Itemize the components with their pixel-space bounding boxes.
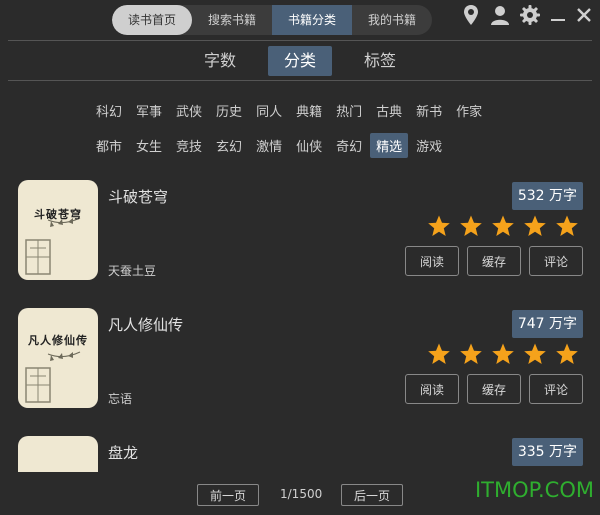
watermark: ITMOP.COM xyxy=(474,478,594,502)
title-bar: 读书首页 搜索书籍 书籍分类 我的书籍 xyxy=(0,0,600,40)
next-page-button[interactable]: 后一页 xyxy=(341,484,403,506)
gear-icon[interactable] xyxy=(520,5,540,25)
star-icon xyxy=(428,215,450,236)
category-item[interactable]: 激情 xyxy=(250,133,288,158)
tab-search-books[interactable]: 搜索书籍 xyxy=(192,5,272,35)
category-item[interactable]: 科幻 xyxy=(90,98,128,123)
user-icon[interactable] xyxy=(490,4,510,26)
category-item-selected[interactable]: 精选 xyxy=(370,133,409,158)
category-item[interactable]: 军事 xyxy=(130,98,168,123)
book-item: 凡人修仙传 凡人修仙传 忘语 747 万字 阅读 缓存 评论 xyxy=(18,308,583,416)
category-item[interactable]: 玄幻 xyxy=(210,133,248,158)
star-icon xyxy=(492,343,514,364)
category-item[interactable]: 古典 xyxy=(370,98,408,123)
book-title[interactable]: 凡人修仙传 xyxy=(108,314,183,335)
category-row-2: 都市 女生 竞技 玄幻 激情 仙侠 奇幻 精选 游戏 xyxy=(90,133,450,158)
category-item[interactable]: 武侠 xyxy=(170,98,208,123)
star-icon xyxy=(428,343,450,364)
category-item[interactable]: 竞技 xyxy=(170,133,208,158)
book-cover[interactable]: 凡人修仙传 xyxy=(18,308,98,408)
top-divider xyxy=(8,40,592,41)
cache-button[interactable]: 缓存 xyxy=(467,374,521,404)
cover-title: 斗破苍穹 xyxy=(34,208,82,221)
category-item[interactable]: 奇幻 xyxy=(330,133,368,158)
star-icon xyxy=(460,343,482,364)
book-cover[interactable]: 斗破苍穹 xyxy=(18,180,98,280)
word-count-badge: 335 万字 xyxy=(511,438,583,466)
book-author: 忘语 xyxy=(108,392,133,406)
tab-category[interactable]: 分类 xyxy=(267,46,332,76)
tab-word-count[interactable]: 字数 xyxy=(188,46,252,76)
star-icon xyxy=(556,343,578,364)
star-icon xyxy=(556,215,578,236)
page-indicator: 1/1500 xyxy=(280,487,323,501)
tab-home[interactable]: 读书首页 xyxy=(112,5,193,35)
subtab-divider xyxy=(8,80,592,81)
cover-art xyxy=(25,217,81,275)
book-cover[interactable] xyxy=(18,436,98,472)
category-item[interactable]: 游戏 xyxy=(410,133,448,158)
main-tabs: 读书首页 搜索书籍 书籍分类 我的书籍 xyxy=(112,5,433,35)
category-item[interactable]: 典籍 xyxy=(290,98,328,123)
category-item[interactable]: 热门 xyxy=(330,98,368,123)
location-pin-icon[interactable] xyxy=(462,4,480,26)
review-button[interactable]: 评论 xyxy=(529,374,583,404)
cover-art xyxy=(25,351,81,403)
cover-title: 凡人修仙传 xyxy=(28,334,88,347)
category-row-1: 科幻 军事 武侠 历史 同人 典籍 热门 古典 新书 作家 xyxy=(90,98,490,123)
category-item[interactable]: 新书 xyxy=(410,98,448,123)
rating-stars xyxy=(427,214,579,238)
prev-page-button[interactable]: 前一页 xyxy=(197,484,259,506)
book-title[interactable]: 斗破苍穹 xyxy=(108,186,168,207)
close-icon[interactable] xyxy=(576,7,592,23)
read-button[interactable]: 阅读 xyxy=(405,246,459,276)
rating-stars xyxy=(427,342,579,366)
pager: 前一页 1/1500 后一页 ITMOP.COM xyxy=(0,472,600,515)
word-count-badge: 747 万字 xyxy=(511,310,583,338)
tab-my-books[interactable]: 我的书籍 xyxy=(352,5,432,35)
read-button[interactable]: 阅读 xyxy=(405,374,459,404)
review-button[interactable]: 评论 xyxy=(529,246,583,276)
category-mode-tabs: 字数 分类 标签 xyxy=(0,46,600,76)
word-count-badge: 532 万字 xyxy=(511,182,583,210)
tab-tags[interactable]: 标签 xyxy=(348,46,412,76)
tab-book-categories[interactable]: 书籍分类 xyxy=(272,5,353,35)
category-item[interactable]: 作家 xyxy=(450,98,488,123)
minimize-icon[interactable] xyxy=(550,7,566,23)
book-item: 斗破苍穹 斗破苍穹 天蚕土豆 532 万字 阅读 缓存 评论 xyxy=(18,180,583,288)
window-controls xyxy=(462,2,592,28)
star-icon xyxy=(524,343,546,364)
star-icon xyxy=(492,215,514,236)
category-item[interactable]: 历史 xyxy=(210,98,248,123)
star-icon xyxy=(460,215,482,236)
cache-button[interactable]: 缓存 xyxy=(467,246,521,276)
book-item: 盘龙 335 万字 xyxy=(18,436,583,472)
category-item[interactable]: 同人 xyxy=(250,98,288,123)
category-item[interactable]: 都市 xyxy=(90,133,128,158)
category-item[interactable]: 仙侠 xyxy=(290,133,328,158)
category-item[interactable]: 女生 xyxy=(130,133,168,158)
book-title[interactable]: 盘龙 xyxy=(108,442,138,463)
star-icon xyxy=(524,215,546,236)
book-author: 天蚕土豆 xyxy=(108,264,157,278)
